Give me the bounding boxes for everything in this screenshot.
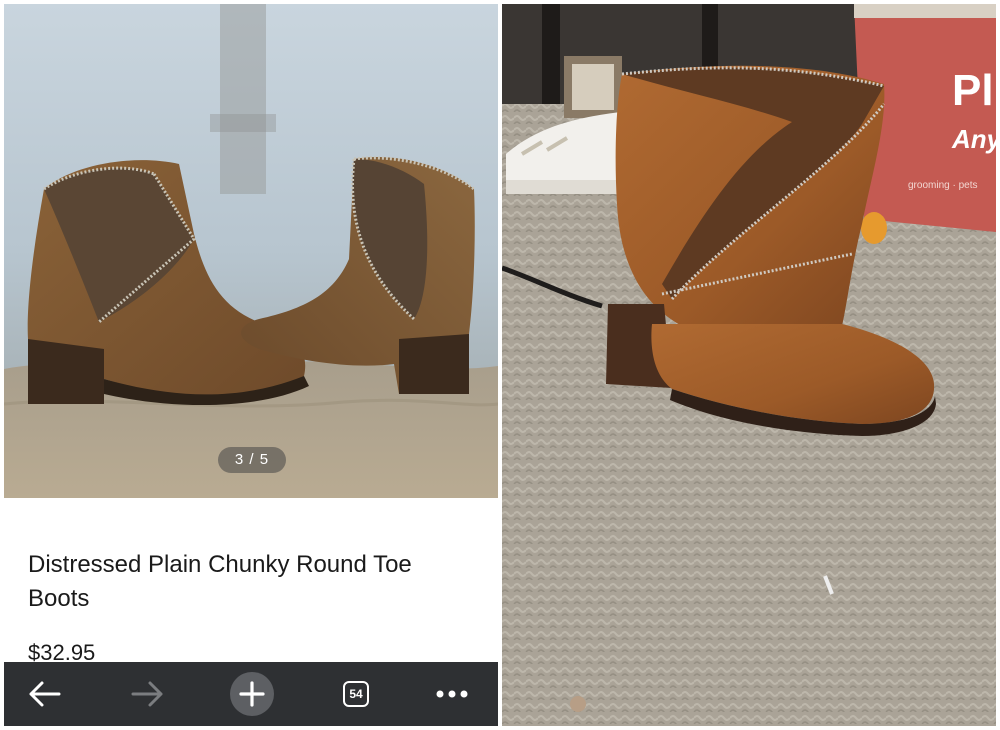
back-arrow-icon: [29, 681, 61, 707]
back-button[interactable]: [14, 662, 74, 726]
browser-bottom-toolbar: 54: [4, 662, 498, 726]
image-counter-badge: 3 / 5: [218, 447, 286, 473]
more-options-button[interactable]: [422, 662, 482, 726]
plus-icon: [239, 681, 265, 707]
customer-boot-photo: [502, 4, 996, 726]
new-tab-circle: [230, 672, 274, 716]
tabs-count-icon: 54: [343, 681, 369, 707]
tabs-switcher-button[interactable]: 54: [326, 662, 386, 726]
product-title: Distressed Plain Chunky Round Toe Boots: [28, 551, 412, 612]
product-screenshot-panel: 3 / 5 Distressed Plain Chunky Round Toe …: [0, 0, 500, 730]
new-tab-button[interactable]: [222, 662, 282, 726]
product-image-carousel[interactable]: 3 / 5: [4, 4, 498, 498]
product-boots-image: [4, 4, 498, 498]
forward-arrow-icon: [131, 681, 163, 707]
box-text-medium: Any: [952, 124, 996, 154]
forward-button[interactable]: [118, 662, 178, 726]
box-text-large: Pl: [952, 66, 994, 115]
more-options-icon: [436, 690, 468, 698]
customer-photo-panel: Pl Any grooming · pets: [502, 4, 996, 726]
box-text-small: grooming · pets: [908, 180, 978, 191]
